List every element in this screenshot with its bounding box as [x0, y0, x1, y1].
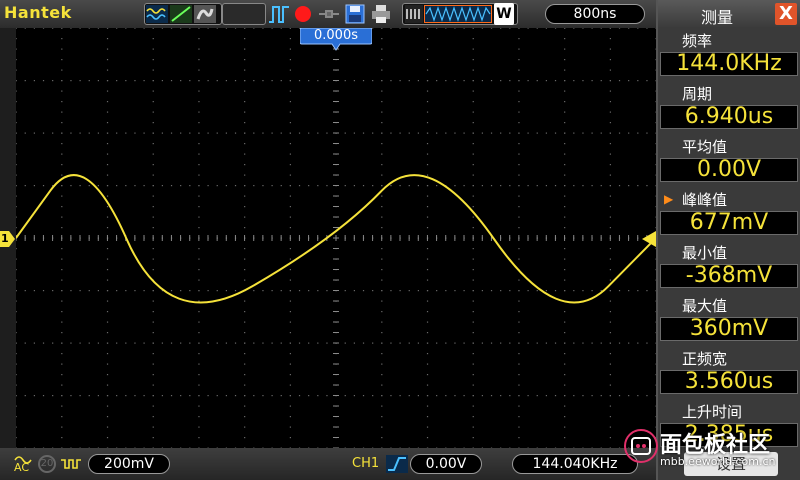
brand-logo: Hantek	[4, 3, 72, 22]
trigger-channel: CH1	[352, 456, 380, 471]
timebase-readout[interactable]: 800ns	[545, 4, 645, 24]
close-button[interactable]: X	[775, 3, 797, 25]
pulse-trigger-icon[interactable]	[268, 3, 290, 25]
measurement-label[interactable]: 最大值	[682, 295, 727, 316]
invert-icon[interactable]	[60, 456, 82, 472]
coupling-label: AC	[14, 461, 30, 474]
trigger-level-readout[interactable]: 0.00V	[410, 454, 482, 474]
ch1-coupling-group[interactable]: AC	[14, 451, 34, 477]
bottom-status-bar: AC 20 200mV CH1 0.00V 144.040KHz	[0, 448, 656, 480]
window-mode-badge[interactable]: W	[494, 3, 514, 25]
measurement-value[interactable]: 3.560us	[660, 370, 798, 394]
blank-slot	[222, 3, 266, 25]
watermark-url: mbb.eeworld.com.cn	[660, 455, 776, 468]
persist-icon[interactable]	[194, 3, 216, 25]
bandwidth-limit-icon[interactable]: 20	[38, 455, 56, 473]
memory-depth-icon	[404, 3, 424, 25]
rising-edge-icon[interactable]	[386, 455, 408, 473]
measurement-label[interactable]: 平均值	[682, 136, 727, 157]
panel-title: 测量	[700, 8, 733, 27]
waveform-plot	[15, 27, 657, 449]
measurement-label[interactable]: 上升时间	[682, 401, 742, 422]
ch1-ground-marker[interactable]: 1	[0, 231, 16, 247]
watermark-logo-icon	[624, 429, 658, 463]
measurement-label[interactable]: 最小值	[682, 242, 727, 263]
selected-arrow-icon: ▶	[664, 192, 674, 206]
volts-per-div[interactable]: 200mV	[88, 454, 170, 474]
ch-waveform-icon[interactable]	[146, 3, 168, 25]
measurement-value[interactable]: 677mV	[660, 211, 798, 235]
trigger-position-tag[interactable]: 0.000s	[300, 28, 372, 51]
panel-header: 测量 X	[658, 0, 800, 28]
measurement-label[interactable]: 周期	[682, 83, 712, 104]
measurement-value[interactable]: 6.940us	[660, 105, 798, 129]
measurement-value[interactable]: 360mV	[660, 317, 798, 341]
record-icon[interactable]	[292, 3, 314, 25]
waveform-display	[15, 27, 657, 449]
ch1-marker-label: 1	[1, 232, 9, 245]
measurement-value[interactable]: 144.0KHz	[660, 52, 798, 76]
measurement-panel: 测量 X 频率 144.0KHz 周期 6.940us 平均值 0.00V ▶ 峰峰值 677m…	[656, 0, 800, 480]
watermark: 面包板社区 mbb.eeworld.com.cn	[620, 425, 800, 480]
measurement-label[interactable]: 正频宽	[682, 348, 727, 369]
measurement-value[interactable]: -368mV	[660, 264, 798, 288]
measurement-label[interactable]: 峰峰值	[682, 189, 727, 210]
top-toolbar: Hantek W 800ns	[0, 0, 656, 28]
probe-icon[interactable]	[318, 3, 340, 25]
waveform-window-icon	[424, 3, 492, 25]
save-icon[interactable]	[344, 3, 366, 25]
trigger-time-label: 0.000s	[314, 28, 358, 43]
ramp-icon[interactable]	[170, 3, 192, 25]
trigger-level-marker[interactable]	[642, 231, 656, 247]
print-icon[interactable]	[370, 3, 392, 25]
measurement-value[interactable]: 0.00V	[660, 158, 798, 182]
measurement-label[interactable]: 频率	[682, 30, 712, 51]
